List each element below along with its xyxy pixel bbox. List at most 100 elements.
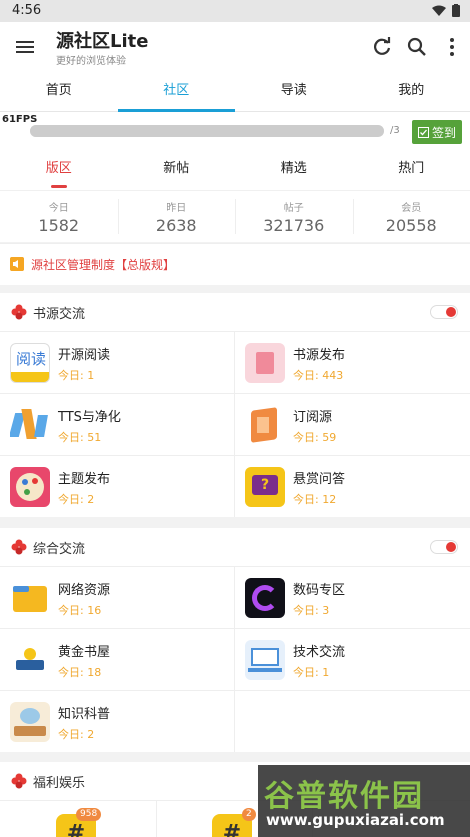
stat-value: 1582 (38, 216, 80, 235)
section-header-book-source: 书源交流 (0, 293, 470, 331)
section-title: 书源交流 (33, 307, 86, 322)
system-icons (432, 4, 460, 17)
book-source-icon (245, 343, 285, 383)
stat-yesterday: 昨日 2638 (117, 191, 236, 242)
section-toggle[interactable] (430, 540, 458, 554)
fps-counter: 61FPS (2, 114, 38, 125)
board-item[interactable]: 网络资源 今日: 16 (0, 566, 235, 628)
board-name: 知识科普 (58, 707, 111, 722)
board-item[interactable]: 阅读 开源阅读 今日: 1 (0, 331, 235, 393)
app-bar: 源社区Lite 更好的浏览体验 (0, 22, 470, 72)
section-title: 福利娱乐 (33, 776, 86, 791)
knowledge-book-icon (10, 702, 50, 742)
board-name: 开源阅读 (58, 348, 111, 363)
progress-page: /3 (390, 125, 400, 136)
subtab-featured[interactable]: 精选 (235, 152, 353, 190)
board-today: 今日: 59 (293, 431, 337, 444)
notification-badge: 2 (242, 808, 256, 821)
board-item[interactable]: 知识科普 今日: 2 (0, 690, 235, 752)
progress-fill (30, 125, 384, 137)
battery-icon (452, 4, 460, 17)
board-item[interactable]: 数码专区 今日: 3 (235, 566, 470, 628)
announcement-row[interactable]: 源社区管理制度【总版规】 (0, 243, 470, 285)
golden-book-icon (10, 640, 50, 680)
subtab-new-posts[interactable]: 新帖 (118, 152, 236, 190)
search-icon[interactable] (405, 35, 429, 59)
more-options-icon[interactable] (440, 35, 464, 59)
board-item[interactable]: 书源发布 今日: 443 (235, 331, 470, 393)
checkbox-icon (417, 126, 429, 138)
board-item[interactable]: 订阅源 今日: 59 (235, 393, 470, 455)
board-name: TTS与净化 (58, 410, 121, 425)
board-name: 悬赏问答 (293, 472, 346, 487)
announcement-text: 源社区管理制度【总版规】 (31, 258, 176, 272)
kaiyuan-reading-icon: 阅读 (10, 343, 50, 383)
stat-label: 昨日 (166, 203, 187, 214)
board-name: 网络资源 (58, 583, 111, 598)
stat-label: 会员 (401, 203, 422, 214)
board-today: 今日: 1 (58, 369, 95, 382)
wifi-icon (432, 5, 446, 16)
board-today: 今日: 16 (58, 604, 102, 617)
board-today: 今日: 51 (58, 431, 102, 444)
stat-value: 2638 (155, 216, 197, 235)
stat-posts: 帖子 321736 (235, 191, 353, 242)
watermark-url: www.gupuxiazai.com (266, 811, 445, 829)
tab-guide[interactable]: 导读 (235, 72, 353, 111)
tech-laptop-icon (245, 640, 285, 680)
status-time: 4:56 (12, 3, 42, 18)
board-item[interactable]: 黄金书屋 今日: 18 (0, 628, 235, 690)
flower-icon (11, 304, 27, 320)
app-subtitle: 更好的浏览体验 (56, 56, 126, 67)
tab-home[interactable]: 首页 (0, 72, 118, 111)
refresh-icon[interactable] (370, 35, 394, 59)
tab-community[interactable]: 社区 (117, 72, 236, 112)
sign-in-button[interactable]: 签到 (412, 120, 462, 144)
board-today: 今日: 3 (293, 604, 330, 617)
forum-stats: 今日 1582 昨日 2638 帖子 321736 会员 20558 (0, 190, 470, 242)
board-item-empty (235, 690, 470, 752)
subtab-boards[interactable]: 版区 (0, 152, 118, 190)
flower-icon (11, 773, 27, 789)
progress-track (30, 125, 384, 137)
board-today: 今日: 2 (58, 728, 95, 741)
board-today: 今日: 443 (293, 369, 344, 382)
subtab-hot[interactable]: 热门 (353, 152, 470, 190)
sign-in-label: 签到 (431, 125, 456, 140)
fps-bar: 61FPS /3 签到 (0, 112, 470, 152)
app-title: 源社区Lite (56, 31, 149, 52)
board-item[interactable]: 技术交流 今日: 1 (235, 628, 470, 690)
stat-label: 帖子 (283, 203, 304, 214)
board-item[interactable]: 主题发布 今日: 2 (0, 455, 235, 517)
speaker-icon (10, 257, 24, 271)
board-name: 主题发布 (58, 472, 111, 487)
section-header-general: 综合交流 (0, 528, 470, 566)
status-bar: 4:56 (0, 0, 470, 22)
tab-mine[interactable]: 我的 (353, 72, 470, 111)
board-name: 技术交流 (293, 645, 346, 660)
stat-members: 会员 20558 (352, 191, 470, 242)
watermark: 谷普软件园 www.gupuxiazai.com (258, 765, 470, 837)
stat-value: 321736 (263, 216, 325, 235)
main-tab-bar: 首页 社区 导读 我的 (0, 72, 470, 112)
board-today: 今日: 1 (293, 666, 330, 679)
board-name: 数码专区 (293, 583, 346, 598)
subscription-icon (245, 405, 285, 445)
board-name: 书源发布 (293, 348, 346, 363)
stat-label: 今日 (48, 203, 69, 214)
question-bubble-icon: ? (245, 467, 285, 507)
section-toggle[interactable] (430, 305, 458, 319)
theme-palette-icon (10, 467, 50, 507)
board-today: 今日: 18 (58, 666, 102, 679)
section-title: 综合交流 (33, 542, 86, 557)
board-item[interactable]: TTS与净化 今日: 51 (0, 393, 235, 455)
notification-badge: 958 (76, 808, 102, 821)
board-name: 黄金书屋 (58, 645, 111, 660)
board-today: 今日: 12 (293, 493, 337, 506)
tts-icon (10, 405, 50, 445)
watermark-text: 谷普软件园 (264, 779, 424, 814)
menu-icon[interactable] (14, 36, 36, 58)
digital-icon (245, 578, 285, 618)
board-item[interactable]: ? 悬赏问答 今日: 12 (235, 455, 470, 517)
board-grid-general: 网络资源 今日: 16 数码专区 今日: 3 黄金书屋 今日: 18 技术交流 … (0, 566, 470, 752)
